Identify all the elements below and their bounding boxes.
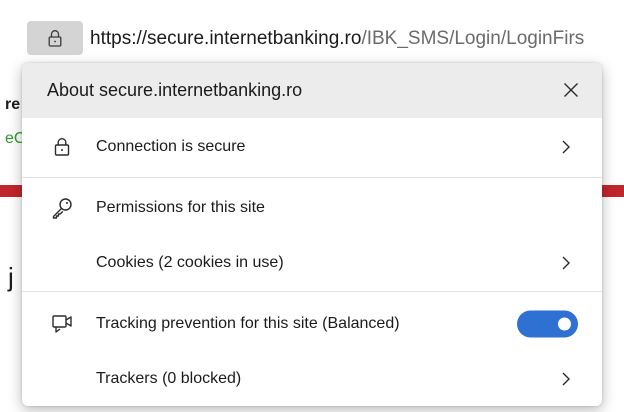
tracking-prevention-icon — [50, 312, 74, 336]
permissions-label: Permissions for this site — [96, 199, 265, 216]
permissions-row: Permissions for this site — [22, 180, 602, 236]
cookies-row[interactable]: Cookies (2 cookies in use) — [22, 235, 602, 291]
close-button[interactable] — [555, 74, 587, 106]
tracking-prevention-toggle[interactable] — [517, 310, 578, 338]
toggle-knob — [558, 317, 571, 331]
connection-label: Connection is secure — [96, 138, 246, 155]
divider — [22, 291, 602, 292]
chevron-right-icon — [558, 139, 574, 155]
background-text-1: re — [5, 96, 21, 113]
tracking-prevention-row: Tracking prevention for this site (Balan… — [22, 296, 602, 352]
chevron-right-icon — [558, 255, 574, 271]
chevron-right-icon — [558, 371, 574, 387]
popup-header: About secure.internetbanking.ro — [22, 63, 602, 118]
site-info-button[interactable] — [27, 21, 83, 55]
url-path: /IBK_SMS/Login/LoginFirs — [361, 28, 585, 49]
trackers-row[interactable]: Trackers (0 blocked) — [22, 351, 602, 406]
close-icon — [564, 83, 578, 97]
tracking-prevention-label: Tracking prevention for this site (Balan… — [96, 315, 400, 332]
key-icon — [50, 196, 74, 220]
divider — [22, 177, 602, 178]
trackers-label: Trackers (0 blocked) — [96, 370, 242, 387]
lock-icon — [48, 30, 62, 47]
cookies-label: Cookies (2 cookies in use) — [96, 254, 284, 271]
connection-lock-icon — [50, 135, 74, 159]
popup-title: About secure.internetbanking.ro — [47, 80, 303, 100]
url-field[interactable]: https://secure.internetbanking.ro/IBK_SM… — [90, 27, 624, 51]
background-text-3: j — [8, 262, 14, 292]
url-host: https://secure.internetbanking.ro — [90, 28, 362, 49]
connection-row[interactable]: Connection is secure — [22, 119, 602, 175]
site-info-popup: About secure.internetbanking.ro Connecti… — [22, 63, 602, 406]
